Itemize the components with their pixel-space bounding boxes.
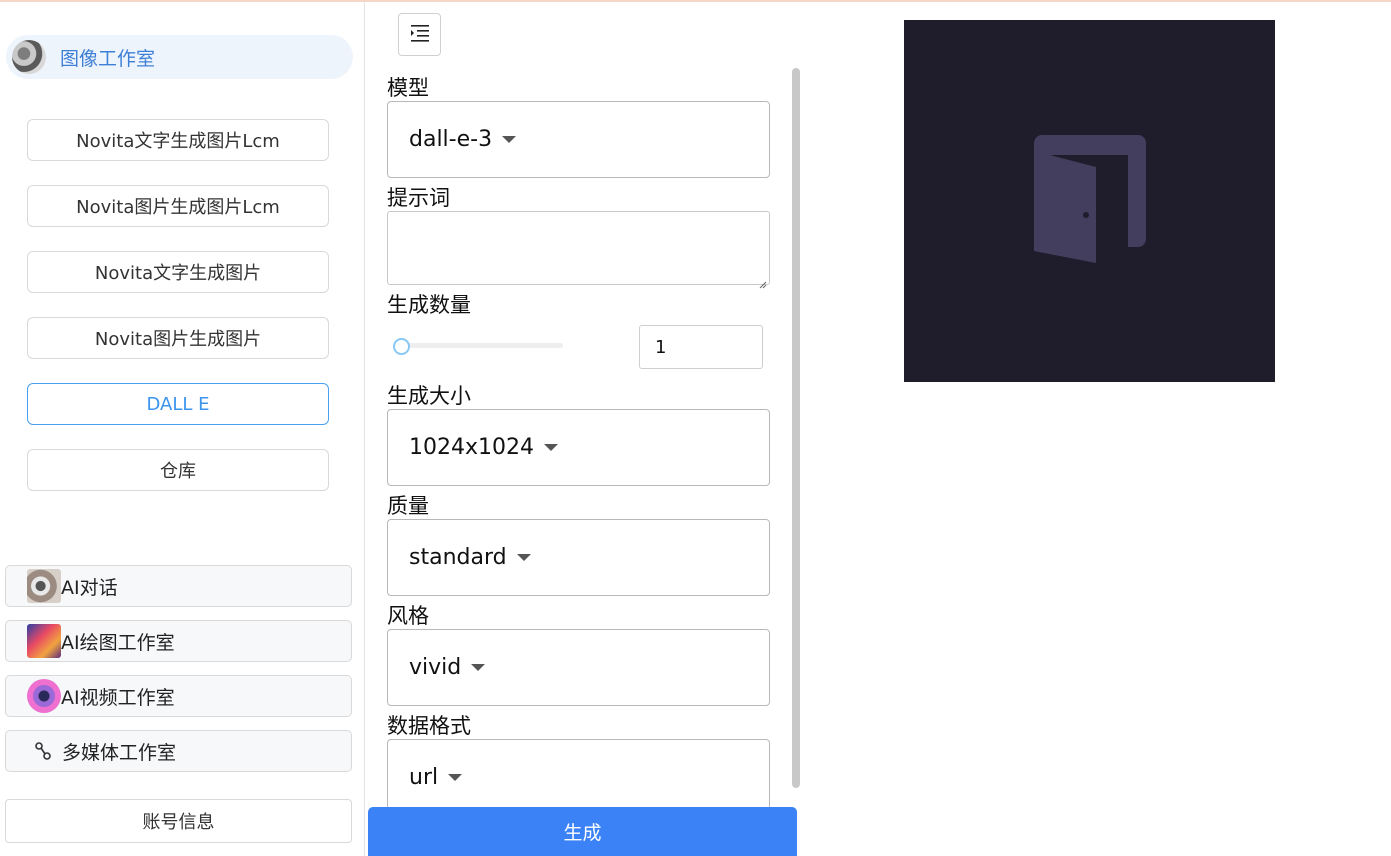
count-label: 生成数量 <box>387 293 471 317</box>
brand-title: 图像工作室 <box>60 47 156 70</box>
nav-dall-e[interactable]: DALL E <box>27 383 329 425</box>
size-value: 1024x1024 <box>409 435 534 460</box>
chevron-down-icon <box>471 664 486 671</box>
brand-avatar <box>12 40 46 74</box>
ai-video-thumbnail <box>27 679 61 713</box>
prompt-label: 提示词 <box>387 186 450 210</box>
app-ai-chat-label: AI对话 <box>61 576 118 599</box>
nav-novita-text-to-image-lcm[interactable]: Novita文字生成图片Lcm <box>27 119 329 161</box>
model-label: 模型 <box>387 76 429 100</box>
count-slider-track[interactable] <box>396 343 563 348</box>
ai-paint-thumbnail <box>27 624 61 658</box>
model-select[interactable]: dall-e-3 <box>387 101 770 178</box>
format-value: url <box>409 765 439 790</box>
prompt-textarea[interactable] <box>387 211 770 289</box>
style-label: 风格 <box>387 604 429 628</box>
chevron-down-icon <box>544 444 558 451</box>
nav-novita-text-to-image[interactable]: Novita文字生成图片 <box>27 251 329 293</box>
nav-novita-image-to-image-lcm[interactable]: Novita图片生成图片Lcm <box>27 185 329 227</box>
account-info-button[interactable]: 账号信息 <box>5 799 352 843</box>
sidebar: 图像工作室 Novita文字生成图片Lcm Novita图片生成图片Lcm No… <box>0 2 365 856</box>
style-value: vivid <box>409 655 462 680</box>
nav-novita-image-to-image[interactable]: Novita图片生成图片 <box>27 317 329 359</box>
count-number-input[interactable]: 1 <box>639 325 763 369</box>
quality-value: standard <box>409 545 507 570</box>
ai-chat-thumbnail <box>27 569 61 603</box>
app-ai-video-studio[interactable]: AI视频工作室 <box>5 675 352 717</box>
nav-repository[interactable]: 仓库 <box>27 449 329 491</box>
sidebar-toggle-button[interactable] <box>398 13 441 56</box>
app-ai-video-label: AI视频工作室 <box>61 686 175 709</box>
size-label: 生成大小 <box>387 384 471 408</box>
model-value: dall-e-3 <box>409 127 493 152</box>
chevron-down-icon <box>502 136 517 143</box>
form-scrollbar[interactable] <box>792 68 800 788</box>
indent-menu-icon <box>410 24 430 46</box>
format-select[interactable]: url <box>387 739 770 816</box>
multimedia-icon <box>32 742 54 760</box>
style-select[interactable]: vivid <box>387 629 770 706</box>
app-ai-chat[interactable]: AI对话 <box>5 565 352 607</box>
count-slider-handle[interactable] <box>393 338 410 355</box>
chevron-down-icon <box>516 554 531 561</box>
quality-label: 质量 <box>387 494 429 518</box>
format-label: 数据格式 <box>387 714 471 738</box>
app-multimedia-studio[interactable]: 多媒体工作室 <box>5 730 352 772</box>
quality-select[interactable]: standard <box>387 519 770 596</box>
resize-handle-icon[interactable] <box>759 274 767 289</box>
size-select[interactable]: 1024x1024 <box>387 409 770 486</box>
brand-header[interactable]: 图像工作室 <box>6 35 353 79</box>
app-ai-paint-studio[interactable]: AI绘图工作室 <box>5 620 352 662</box>
door-open-icon <box>1032 133 1148 269</box>
image-preview <box>904 20 1275 382</box>
app-ai-paint-label: AI绘图工作室 <box>61 631 175 654</box>
generate-button[interactable]: 生成 <box>368 807 797 856</box>
app-multimedia-label: 多媒体工作室 <box>62 741 177 764</box>
chevron-down-icon <box>448 774 463 781</box>
